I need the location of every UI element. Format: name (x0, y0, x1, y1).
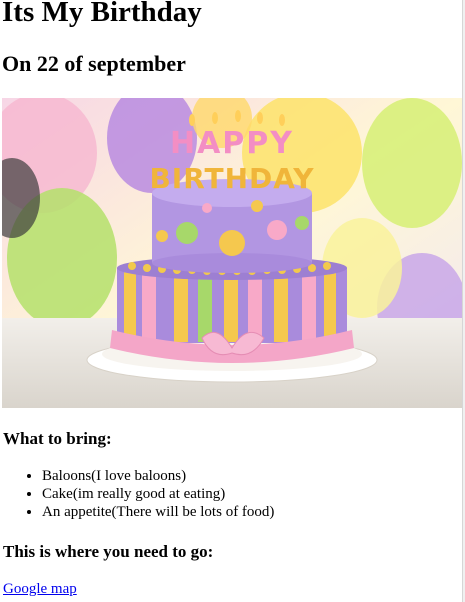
google-map-link[interactable]: Google map (3, 581, 77, 598)
list-item: Baloons(I love baloons) (42, 467, 274, 485)
birthday-cake-image: HAPPY BIRTHDAY (2, 98, 462, 408)
bring-heading: What to bring: (3, 429, 112, 448)
list-item: An appetite(There will be lots of food) (42, 503, 274, 521)
list-item: Cake(im really good at eating) (42, 485, 274, 503)
svg-text:BIRTHDAY: BIRTHDAY (149, 162, 314, 195)
bring-list: Baloons(I love baloons) Cake(im really g… (2, 467, 274, 521)
svg-text:HAPPY: HAPPY (170, 126, 294, 161)
date-heading: On 22 of september (2, 51, 186, 76)
page-title: Its My Birthday (2, 0, 202, 28)
directions-heading: This is where you need to go: (3, 542, 214, 561)
